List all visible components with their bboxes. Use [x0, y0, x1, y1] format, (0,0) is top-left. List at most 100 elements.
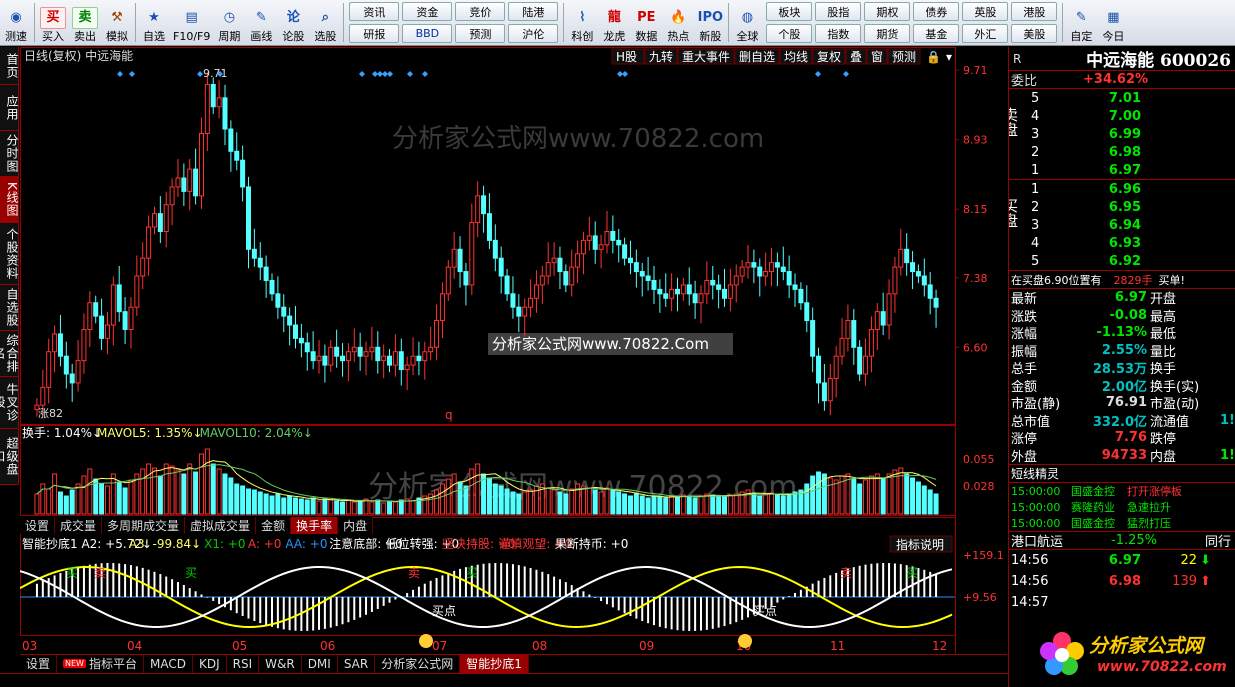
event-marker-icon[interactable] — [422, 71, 428, 77]
grid-button-0[interactable]: 资讯 — [349, 2, 400, 21]
market-button-3[interactable]: 债券 — [913, 2, 960, 21]
gavel-button[interactable]: ⚒ 模拟 — [101, 0, 133, 45]
indicator-tab-8[interactable]: 分析家公式网 — [375, 654, 461, 673]
grid-button-2[interactable]: 竞价 — [455, 2, 506, 21]
event-marker-icon[interactable] — [622, 71, 628, 77]
left-tab-5[interactable]: 自选股 — [0, 285, 19, 331]
dragon-button[interactable]: 龍龙虎 — [598, 0, 630, 45]
market-button-10[interactable]: 外汇 — [962, 24, 1009, 43]
sell-button[interactable]: 卖卖出 — [69, 0, 101, 45]
weibi-row: 委比 +34.62% — [1009, 71, 1235, 89]
speed-button[interactable]: ◉ 测速 — [0, 0, 32, 45]
market-button-5[interactable]: 港股 — [1011, 2, 1058, 21]
indicator-tab-4[interactable]: RSI — [227, 654, 260, 673]
short-item[interactable]: 15:00:00 国盛金控 猛烈打压 — [1009, 515, 1235, 531]
market-button-4[interactable]: 英股 — [962, 2, 1009, 21]
indicator-tab-5[interactable]: W&R — [259, 654, 302, 673]
bids-row[interactable]: 3 6.94 — [1009, 216, 1235, 234]
buy-button[interactable]: 买买入 — [37, 0, 69, 45]
indicator-tab-2[interactable]: MACD — [144, 654, 193, 673]
subtab-0[interactable]: 设置 — [20, 517, 56, 534]
event-marker-icon[interactable] — [129, 71, 135, 77]
left-tab-8[interactable]: 超级盘口 — [0, 429, 19, 485]
globe-button[interactable]: ◍ 全球 — [731, 0, 763, 45]
turnover-bar — [663, 497, 669, 515]
subtab-2[interactable]: 多周期成交量 — [102, 517, 186, 534]
market-button-9[interactable]: 基金 — [913, 24, 960, 43]
ipo-button[interactable]: IPO 新股 — [694, 0, 726, 45]
indicator-tab-0[interactable]: 设置 — [20, 654, 58, 673]
chart-canvas[interactable]: 日线(复权) 中远海能 H股 九转 重大事件 删自选 均线 复权叠窗预测 🔒 ▾ 分析家公式网ww… — [19, 47, 1007, 656]
asks-row[interactable]: 4 7.00 — [1009, 107, 1235, 125]
subtab-1[interactable]: 成交量 — [55, 517, 103, 534]
indicator-tab-1[interactable]: NEWNEW 指标平台指标平台 — [57, 654, 144, 673]
left-tab-4[interactable]: 个股资料 — [0, 223, 19, 285]
market-button-8[interactable]: 期货 — [864, 24, 911, 43]
kechuang-button[interactable]: ⌇ 科创 — [566, 0, 598, 45]
left-tab-7[interactable]: 牛叉诊股 — [0, 377, 19, 429]
weibi-value: +34.62% — [1083, 72, 1149, 87]
event-marker-icon[interactable] — [387, 71, 393, 77]
grid-button-5[interactable]: BBD — [402, 24, 453, 43]
event-marker-icon[interactable] — [843, 71, 849, 77]
subtab-3[interactable]: 虚拟成交量 — [185, 517, 257, 534]
market-button-2[interactable]: 期权 — [864, 2, 911, 21]
market-button-11[interactable]: 美股 — [1011, 24, 1058, 43]
bids-row[interactable]: 2 6.95 — [1009, 198, 1235, 216]
pe-button[interactable]: PE 数据 — [630, 0, 662, 45]
smiley-icon[interactable] — [738, 634, 752, 648]
clock-button[interactable]: ◷ 周期 — [213, 0, 245, 45]
magnifier-button[interactable]: ⌕ 选股 — [309, 0, 341, 45]
grid-button-6[interactable]: 预测 — [455, 24, 506, 43]
asks-price: 7.00 — [1108, 108, 1141, 124]
subtab-4[interactable]: 金额 — [256, 517, 292, 534]
f10-button[interactable]: ▤ F10/F9 — [170, 0, 213, 45]
bids-row[interactable]: 4 6.93 — [1009, 234, 1235, 252]
sector-name[interactable]: 港口航运 — [1011, 531, 1063, 550]
left-tab-1[interactable]: 应用 — [0, 85, 19, 131]
event-marker-icon[interactable] — [815, 71, 821, 77]
star-button[interactable]: ★ 自选 — [138, 0, 170, 45]
indicator-tab-7[interactable]: SAR — [338, 654, 376, 673]
left-tab-2[interactable]: 分时图 — [0, 131, 19, 177]
custom-button[interactable]: ✎ 自定 — [1065, 0, 1097, 45]
calendar-button[interactable]: ▦ 今日 — [1097, 0, 1129, 45]
bids-row[interactable]: 5 6.92 — [1009, 252, 1235, 270]
asks-row[interactable]: 3 6.99 — [1009, 125, 1235, 143]
event-marker-icon[interactable] — [359, 71, 365, 77]
asks-row[interactable]: 2 6.98 — [1009, 143, 1235, 161]
asks-row[interactable]: 5 7.01 — [1009, 89, 1235, 107]
event-marker-icon[interactable] — [117, 71, 123, 77]
grid-button-3[interactable]: 陆港 — [508, 2, 559, 21]
lock-icon[interactable]: 🔒 — [926, 50, 941, 64]
subtab-5[interactable]: 换手率 — [291, 517, 339, 534]
smiley-icon[interactable] — [419, 634, 433, 648]
grid-button-7[interactable]: 沪伦 — [508, 24, 559, 43]
market-button-7[interactable]: 指数 — [815, 24, 862, 43]
indicator-tab-3[interactable]: KDJ — [193, 654, 227, 673]
left-tab-6[interactable]: 综合排名 — [0, 331, 19, 377]
market-button-6[interactable]: 个股 — [766, 24, 813, 43]
grid-button-1[interactable]: 资金 — [402, 2, 453, 21]
left-tab-0[interactable]: 首页 — [0, 47, 19, 85]
sector-peers[interactable]: 同行 — [1205, 531, 1231, 550]
dropdown-icon[interactable]: ▾ — [946, 50, 952, 64]
event-marker-icon[interactable] — [407, 71, 413, 77]
discuss-button[interactable]: 论论股 — [277, 0, 309, 45]
short-item[interactable]: 15:00:00 赛隆药业 急速拉升 — [1009, 499, 1235, 515]
indicator-tab-6[interactable]: DMI — [302, 654, 338, 673]
stat-key: 开盘 — [1150, 292, 1177, 308]
bids-row[interactable]: 1 6.96 — [1009, 180, 1235, 198]
indicator-tab-9[interactable]: 智能抄底1 — [460, 654, 529, 673]
grid-button-4[interactable]: 研报 — [349, 24, 400, 43]
pen-button[interactable]: ✎ 画线 — [245, 0, 277, 45]
market-button-0[interactable]: 板块 — [766, 2, 813, 21]
subtab-6[interactable]: 内盘 — [338, 517, 374, 534]
left-tab-3[interactable]: K线图 — [0, 177, 19, 223]
market-button-1[interactable]: 股指 — [815, 2, 862, 21]
turnover-bar — [651, 495, 657, 515]
hot-button[interactable]: 🔥 热点 — [662, 0, 694, 45]
candle-body — [839, 337, 845, 357]
asks-row[interactable]: 1 6.97 — [1009, 161, 1235, 179]
short-item[interactable]: 15:00:00 国盛金控 打开涨停板 — [1009, 483, 1235, 499]
